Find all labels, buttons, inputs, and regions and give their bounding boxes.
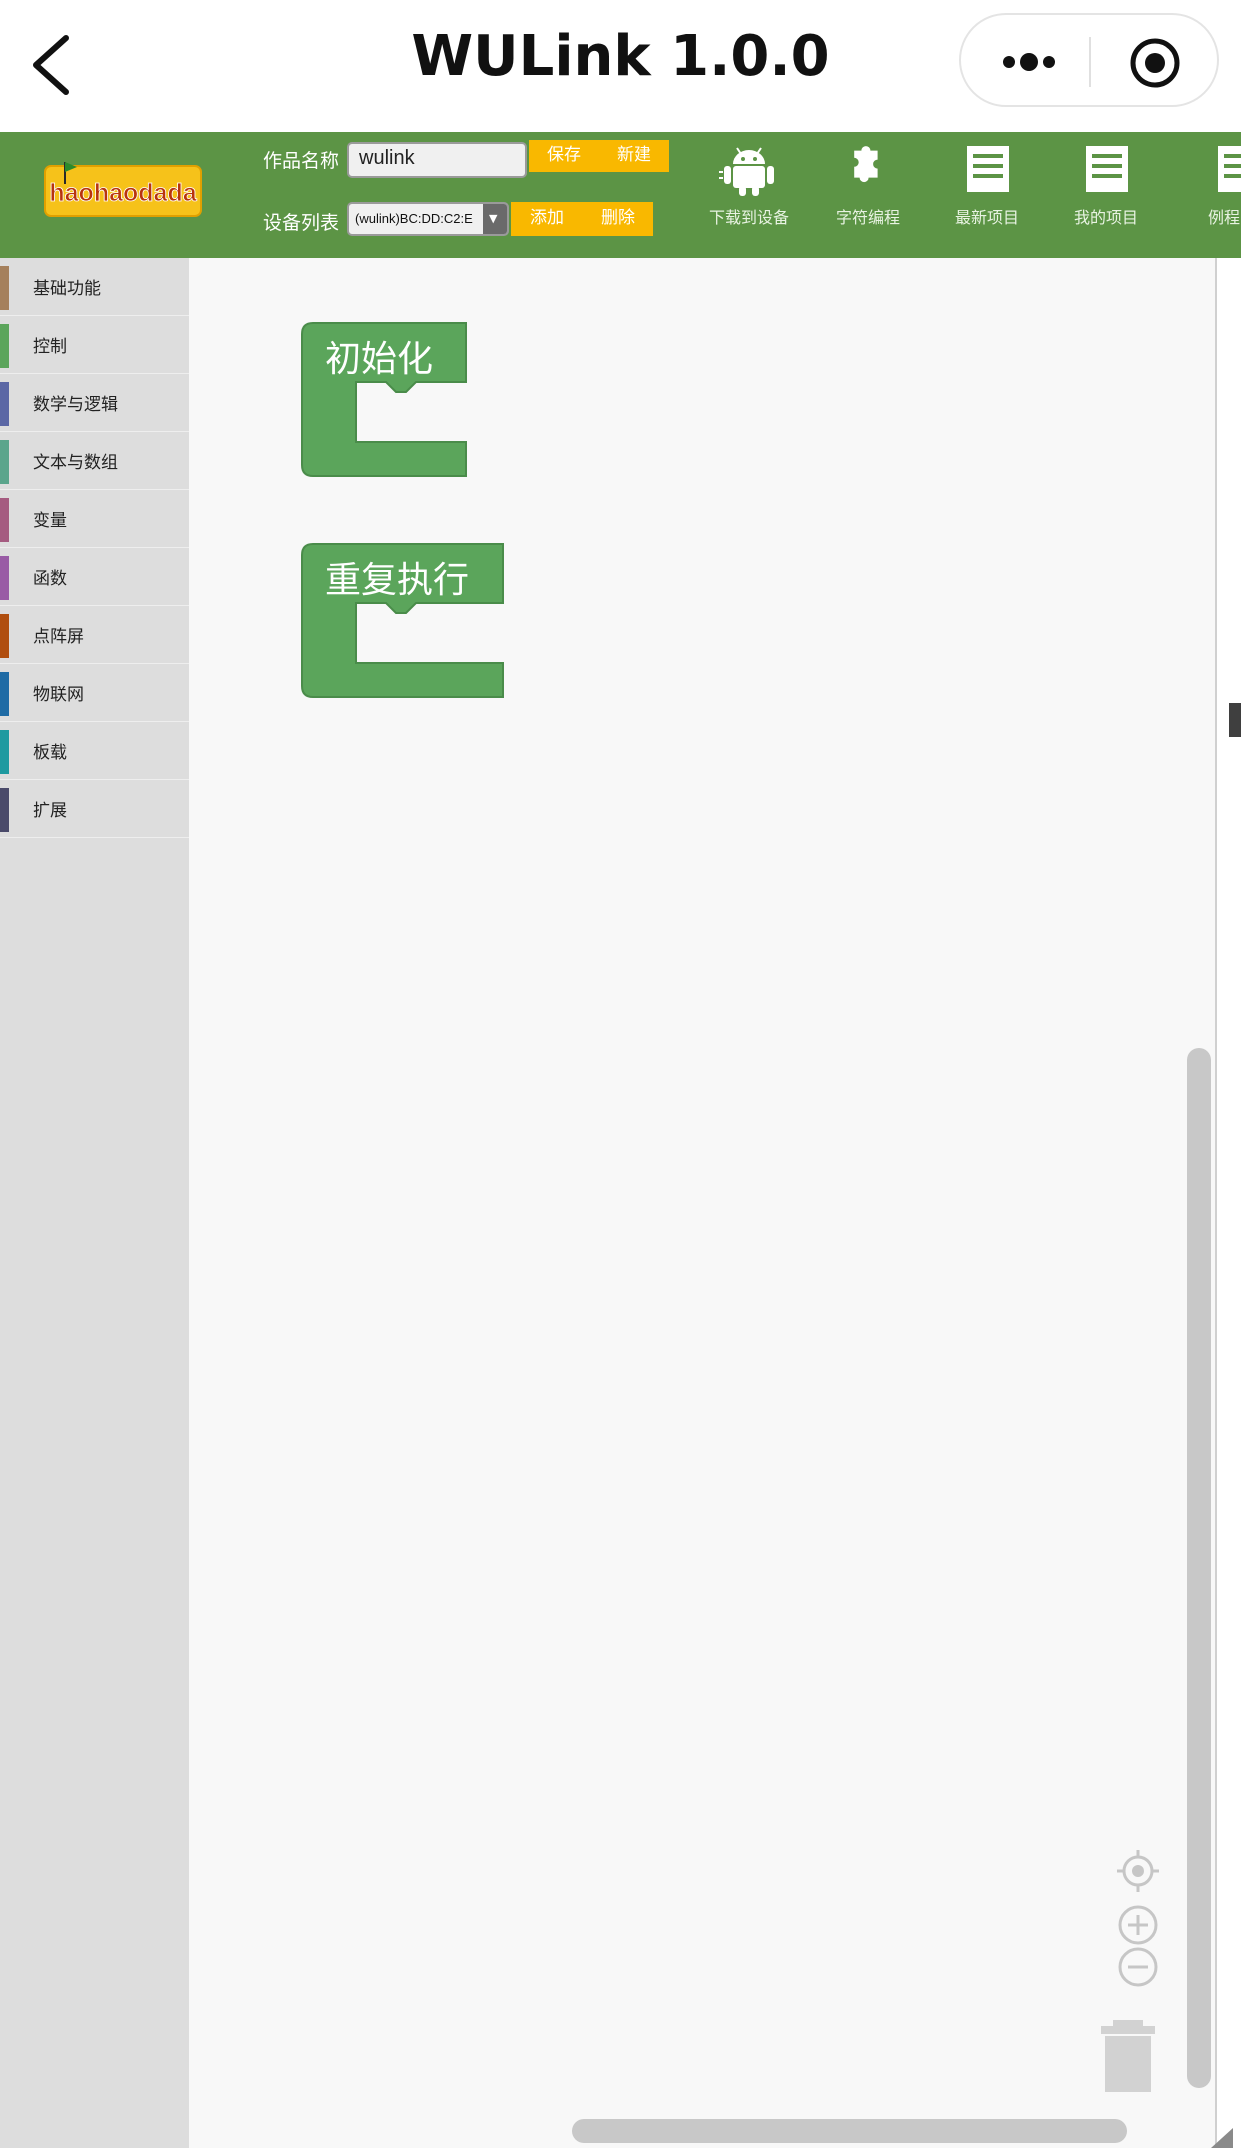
category-color-bar [0,266,9,310]
logo-text: haohaodada [49,179,197,207]
resize-corner-icon [1211,2128,1233,2148]
tool-label: 例程 [1208,208,1241,227]
examples-button[interactable]: 例程 [1170,142,1241,252]
category-label: 物联网 [33,685,84,705]
category-iot[interactable]: 物联网 [0,664,189,722]
flyout-edge-tab[interactable] [1229,703,1241,737]
center-target-icon [1117,1850,1159,1892]
zoom-in-icon [1118,1905,1158,1945]
capsule-divider [1089,37,1091,87]
android-icon [719,147,774,196]
category-functions[interactable]: 函数 [0,548,189,606]
category-label: 数学与逻辑 [33,395,118,415]
category-label: 扩展 [33,801,67,821]
category-onboard[interactable]: 板载 [0,722,189,780]
category-label: 文本与数组 [33,453,118,473]
editor-toolbar: haohaodada 作品名称 wulink 保存 新建 设备列表 (wulin… [0,132,1241,258]
category-text-array[interactable]: 文本与数组 [0,432,189,490]
haohaodada-logo[interactable]: haohaodada [43,158,203,220]
save-button[interactable]: 保存 [529,140,599,172]
category-color-bar [0,556,9,600]
device-list-label: 设备列表 [263,212,340,234]
category-color-bar [0,498,9,542]
close-button[interactable] [1129,37,1181,89]
zoom-in-button[interactable] [1117,1904,1159,1950]
category-color-bar [0,788,9,832]
category-label: 基础功能 [33,279,101,299]
category-sidebar: 基础功能 控制 数学与逻辑 文本与数组 变量 函数 点阵屏 物联网 板载 扩展 [0,258,189,2148]
category-label: 板载 [33,743,67,763]
category-label: 函数 [33,569,67,589]
tool-label: 我的项目 [1073,208,1138,227]
mini-program-nav-bar: WULink 1.0.0 [0,0,1241,132]
tool-label: 下载到设备 [708,208,789,227]
category-led-matrix[interactable]: 点阵屏 [0,606,189,664]
add-device-button[interactable]: 添加 [511,202,583,236]
device-select[interactable]: (wulink)BC:DD:C2:E ▼ [347,202,509,236]
more-dots-icon [1003,53,1055,71]
loop-block[interactable]: 重复执行 [301,543,507,698]
category-control[interactable]: 控制 [0,316,189,374]
latest-projects-button[interactable]: 最新项目 [932,142,1042,252]
category-math-logic[interactable]: 数学与逻辑 [0,374,189,432]
download-to-device-button[interactable]: 下载到设备 [694,142,804,252]
target-close-icon [1130,38,1180,88]
workspace-right-edge [1215,258,1241,2148]
recenter-button[interactable] [1117,1850,1159,1896]
category-label: 点阵屏 [33,627,84,647]
resize-handle[interactable] [1211,2128,1233,2148]
puzzle-icon [854,146,878,183]
capsule-menu [959,13,1219,107]
zoom-out-icon [1118,1947,1158,1987]
category-color-bar [0,672,9,716]
my-projects-button[interactable]: 我的项目 [1051,142,1161,252]
category-basic[interactable]: 基础功能 [0,258,189,316]
category-variables[interactable]: 变量 [0,490,189,548]
vertical-scrollbar[interactable] [1187,1048,1211,2088]
category-color-bar [0,730,9,774]
category-label: 控制 [33,337,67,357]
category-color-bar [0,440,9,484]
zoom-out-button[interactable] [1117,1946,1159,1992]
list-icon [967,146,1009,192]
list-icon [1086,146,1128,192]
project-name-label: 作品名称 [263,150,340,172]
trash-can[interactable] [1101,2020,1155,2092]
tool-label: 字符编程 [835,208,900,227]
new-button[interactable]: 新建 [599,140,669,172]
more-button[interactable] [999,47,1059,77]
block-label: 初始化 [325,339,434,380]
delete-device-button[interactable]: 删除 [583,202,653,236]
category-color-bar [0,324,9,368]
device-select-value: (wulink)BC:DD:C2:E [355,211,473,226]
block-label: 重复执行 [325,560,470,601]
trash-icon [1101,2020,1155,2092]
list-icon [1218,146,1241,192]
category-label: 变量 [33,511,67,531]
horizontal-scrollbar[interactable] [572,2119,1127,2143]
project-name-input[interactable]: wulink [347,142,527,178]
dropdown-arrow[interactable]: ▼ [483,204,507,234]
category-color-bar [0,614,9,658]
category-extensions[interactable]: 扩展 [0,780,189,838]
text-coding-button[interactable]: 字符编程 [813,142,923,252]
setup-block[interactable]: 初始化 [301,322,471,477]
triangle-down-icon: ▼ [489,212,498,225]
tool-label: 最新项目 [954,208,1019,227]
blocks-workspace[interactable] [189,258,1215,2148]
category-color-bar [0,382,9,426]
